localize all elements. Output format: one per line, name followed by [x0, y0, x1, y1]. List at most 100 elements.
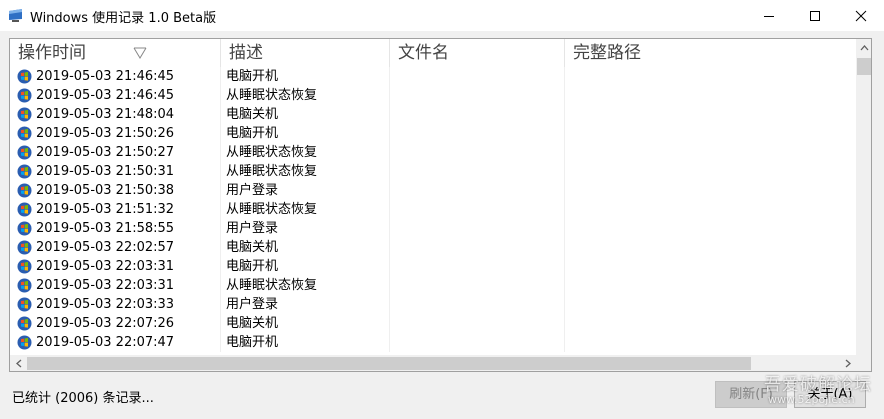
table-row[interactable]: 2019-05-03 21:58:55 用户登录 [10, 219, 856, 238]
vertical-scroll-thumb[interactable] [857, 58, 871, 75]
cell-time: 2019-05-03 21:50:31 [10, 162, 221, 181]
cell-path [565, 67, 856, 86]
cell-file [390, 219, 565, 238]
cell-file [390, 295, 565, 314]
cell-time: 2019-05-03 21:46:45 [10, 86, 221, 105]
cell-file [390, 181, 565, 200]
cell-path [565, 219, 856, 238]
cell-file [390, 314, 565, 333]
list-rows: 2019-05-03 21:46:45 电脑开机 2019-05-03 21:46:… [10, 67, 856, 355]
maximize-icon [810, 10, 820, 21]
cell-time: 2019-05-03 21:50:27 [10, 143, 221, 162]
table-row[interactable]: 2019-05-03 22:03:31 电脑开机 [10, 257, 856, 276]
cell-time: 2019-05-03 22:03:31 [10, 276, 221, 295]
cell-desc: 从睡眠状态恢复 [221, 276, 390, 295]
cell-desc: 用户登录 [221, 181, 390, 200]
cell-path [565, 200, 856, 219]
cell-time: 2019-05-03 21:46:45 [10, 67, 221, 86]
refresh-button[interactable]: 刷新(F) [715, 381, 787, 408]
cell-time: 2019-05-03 22:02:57 [10, 238, 221, 257]
table-row[interactable]: 2019-05-03 21:46:45 电脑开机 [10, 67, 856, 86]
about-button[interactable]: 关于(A) [794, 381, 866, 408]
cell-desc: 从睡眠状态恢复 [221, 86, 390, 105]
column-header-filename[interactable]: 文件名 [390, 39, 565, 67]
cell-path [565, 143, 856, 162]
cell-desc: 电脑关机 [221, 105, 390, 124]
cell-path [565, 162, 856, 181]
cell-path [565, 105, 856, 124]
cell-file [390, 105, 565, 124]
column-header-description[interactable]: 描述 [221, 39, 390, 67]
cell-path [565, 181, 856, 200]
vertical-scrollbar[interactable] [856, 39, 871, 355]
list-header: 操作时间 描述 文件名 完整路径 [10, 39, 856, 67]
cell-desc: 从睡眠状态恢复 [221, 200, 390, 219]
record-count-status: 已统计 (2006) 条记录... [12, 391, 154, 406]
column-header-label: 描述 [229, 43, 263, 63]
cell-time: 2019-05-03 21:50:26 [10, 124, 221, 143]
cell-path [565, 238, 856, 257]
table-row[interactable]: 2019-05-03 21:50:31 从睡眠状态恢复 [10, 162, 856, 181]
scroll-right-arrow[interactable] [839, 355, 856, 371]
close-icon [855, 10, 867, 21]
scroll-up-arrow[interactable] [856, 39, 871, 56]
cell-desc: 从睡眠状态恢复 [221, 143, 390, 162]
cell-path [565, 276, 856, 295]
scroll-left-arrow[interactable] [10, 355, 27, 371]
cell-file [390, 162, 565, 181]
cell-time: 2019-05-03 22:07:47 [10, 333, 221, 352]
table-row[interactable]: 2019-05-03 22:07:47 电脑开机 [10, 333, 856, 352]
table-row[interactable]: 2019-05-03 21:50:38 用户登录 [10, 181, 856, 200]
horizontal-scroll-thumb[interactable] [27, 357, 751, 370]
app-icon [9, 9, 22, 22]
cell-time: 2019-05-03 21:58:55 [10, 219, 221, 238]
column-header-time[interactable]: 操作时间 [10, 39, 221, 67]
cell-file [390, 124, 565, 143]
cell-file [390, 86, 565, 105]
cell-desc: 电脑开机 [221, 67, 390, 86]
table-row[interactable]: 2019-05-03 21:50:27 从睡眠状态恢复 [10, 143, 856, 162]
cell-file [390, 257, 565, 276]
cell-desc: 电脑开机 [221, 257, 390, 276]
column-header-label: 文件名 [398, 43, 449, 63]
table-row[interactable]: 2019-05-03 21:51:32 从睡眠状态恢复 [10, 200, 856, 219]
table-row[interactable]: 2019-05-03 22:07:26 电脑关机 [10, 314, 856, 333]
cell-time: 2019-05-03 22:07:26 [10, 314, 221, 333]
cell-desc: 电脑关机 [221, 238, 390, 257]
table-row[interactable]: 2019-05-03 22:03:31 从睡眠状态恢复 [10, 276, 856, 295]
table-row[interactable]: 2019-05-03 21:48:04 电脑关机 [10, 105, 856, 124]
cell-desc: 用户登录 [221, 295, 390, 314]
cell-file [390, 333, 565, 352]
chevron-up-icon [860, 44, 868, 50]
cell-file [390, 67, 565, 86]
maximize-button[interactable] [792, 0, 838, 31]
table-row[interactable]: 2019-05-03 22:03:33 用户登录 [10, 295, 856, 314]
close-button[interactable] [838, 0, 884, 31]
minimize-button[interactable] [746, 0, 792, 31]
cell-time: 2019-05-03 21:50:38 [10, 181, 221, 200]
cell-file [390, 238, 565, 257]
cell-time: 2019-05-03 22:03:33 [10, 295, 221, 314]
column-header-label: 完整路径 [573, 43, 641, 63]
cell-path [565, 314, 856, 333]
cell-path [565, 124, 856, 143]
table-row[interactable]: 2019-05-03 21:46:45 从睡眠状态恢复 [10, 86, 856, 105]
cell-path [565, 257, 856, 276]
table-row[interactable]: 2019-05-03 22:02:57 电脑关机 [10, 238, 856, 257]
scrollbar-corner [856, 355, 871, 371]
cell-desc: 电脑开机 [221, 333, 390, 352]
column-header-label: 操作时间 [18, 43, 86, 63]
cell-desc: 电脑开机 [221, 124, 390, 143]
chevron-left-icon [15, 359, 21, 368]
cell-desc: 电脑关机 [221, 314, 390, 333]
cell-time: 2019-05-03 22:03:31 [10, 257, 221, 276]
cell-file [390, 143, 565, 162]
cell-path [565, 333, 856, 352]
horizontal-scrollbar[interactable] [10, 355, 856, 371]
cell-file [390, 200, 565, 219]
cell-path [565, 295, 856, 314]
records-listview[interactable]: 操作时间 描述 文件名 完整路径 2019-05-03 21:46:45 电脑开机… [9, 38, 872, 372]
table-row[interactable]: 2019-05-03 21:50:26 电脑开机 [10, 124, 856, 143]
column-header-fullpath[interactable]: 完整路径 [565, 39, 856, 67]
sort-descending-icon [133, 47, 147, 59]
